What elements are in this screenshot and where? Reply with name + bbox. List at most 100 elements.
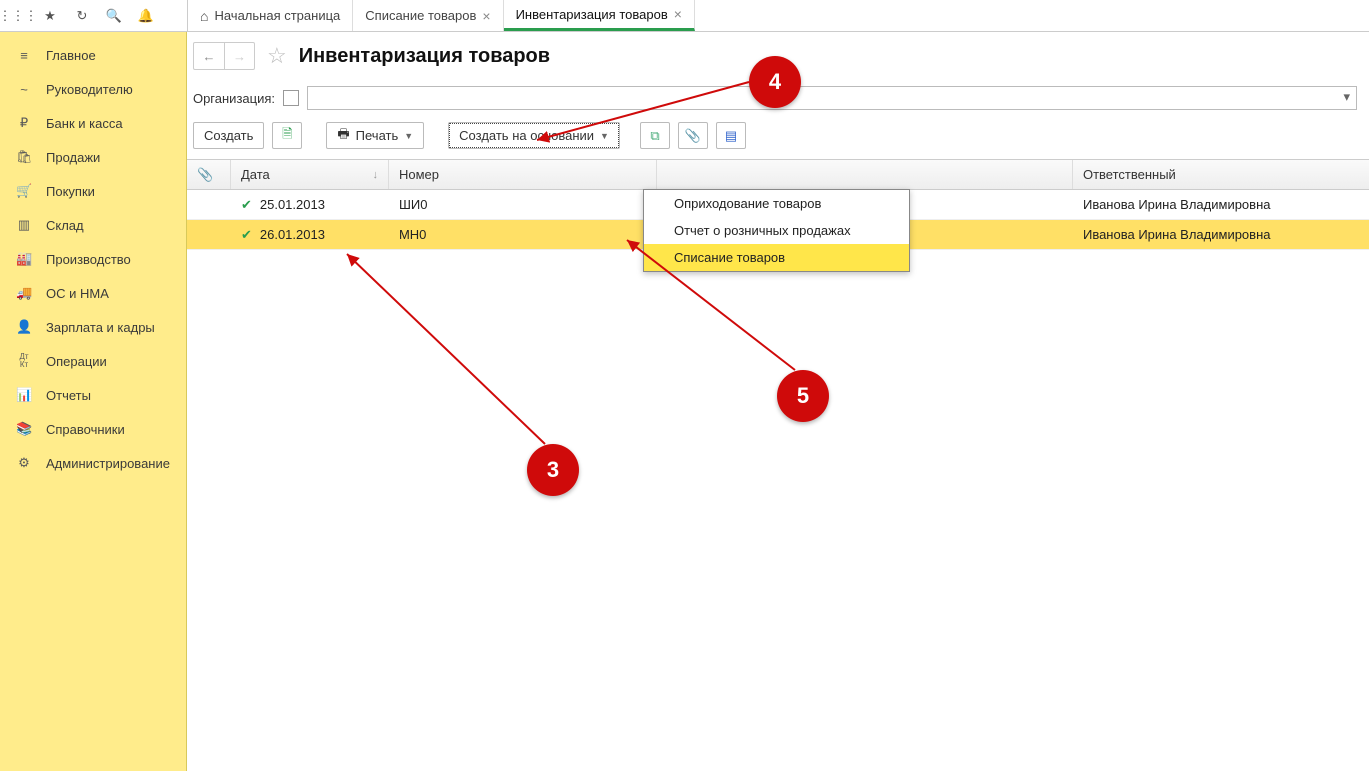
callout-3: 3 [527, 444, 579, 496]
col-label: Дата [241, 167, 270, 182]
tab-inventory[interactable]: Инвентаризация товаров × [504, 0, 695, 31]
bell-icon[interactable]: 🔔 [138, 8, 154, 24]
search-icon[interactable]: 🔍 [106, 8, 122, 24]
dd-item-writeoff[interactable]: Списание товаров [644, 244, 909, 271]
col-date[interactable]: Дата ↓ [231, 160, 389, 189]
favorite-star-icon[interactable]: ☆ [267, 43, 287, 69]
callout-label: 5 [797, 383, 809, 409]
chart-icon: ~ [16, 82, 32, 97]
content-area: ← → ☆ Инвентаризация товаров Организация… [187, 32, 1369, 771]
cell-number: МН0 [399, 227, 426, 242]
sidebar-item-label: Банк и касса [46, 116, 123, 131]
sidebar-item-label: Покупки [46, 184, 95, 199]
sort-down-icon: ↓ [372, 169, 378, 181]
page-title: Инвентаризация товаров [299, 45, 550, 68]
close-icon[interactable]: × [482, 9, 490, 23]
paperclip-icon: 📎 [685, 128, 701, 144]
copy-button[interactable]: 🗎 [272, 122, 302, 149]
org-filter-input[interactable] [307, 86, 1357, 110]
button-label: Создать [204, 128, 253, 143]
books-icon: 📚 [16, 421, 32, 437]
sidebar-item-purchases[interactable]: 🛒 Покупки [0, 174, 186, 208]
tab-label: Списание товаров [365, 8, 476, 23]
cell-date: 26.01.2013 [260, 227, 325, 242]
dd-item-receipt[interactable]: Оприходование товаров [644, 190, 909, 217]
sidebar-item-warehouse[interactable]: ▥ Склад [0, 208, 186, 242]
dd-item-retail-report[interactable]: Отчет о розничных продажах [644, 217, 909, 244]
tab-label: Начальная страница [214, 8, 340, 23]
sidebar-item-operations[interactable]: Дт КтОперации [0, 344, 186, 378]
printer-icon: 🖶 [337, 125, 349, 147]
sidebar-item-assets[interactable]: 🚚 ОС и НМА [0, 276, 186, 310]
truck-icon: 🚚 [16, 285, 32, 301]
dd-label: Оприходование товаров [674, 196, 821, 211]
sidebar-item-label: Отчеты [46, 388, 91, 403]
history-icon[interactable]: ↻ [74, 8, 90, 24]
tabs: ⌂ Начальная страница Списание товаров × … [188, 0, 695, 31]
sidebar-item-salary[interactable]: 👤 Зарплата и кадры [0, 310, 186, 344]
related-button[interactable]: ⧉ [640, 122, 670, 149]
col-label: Номер [399, 167, 439, 182]
system-icons: ⋮⋮⋮ ★ ↻ 🔍 🔔 [0, 0, 188, 31]
menu-icon: ≡ [16, 48, 32, 63]
sidebar-item-label: ОС и НМА [46, 286, 109, 301]
sidebar-item-production[interactable]: 🏭Производство [0, 242, 186, 276]
forward-button[interactable]: → [224, 43, 254, 69]
button-label: Печать [356, 128, 399, 143]
sidebar-item-main[interactable]: ≡Главное [0, 38, 186, 72]
nav-arrows: ← → [193, 42, 255, 70]
col-responsible[interactable]: Ответственный [1073, 160, 1369, 189]
print-button[interactable]: 🖶 Печать ▼ [326, 122, 424, 149]
tab-label: Инвентаризация товаров [516, 7, 668, 22]
cell-date: 25.01.2013 [260, 197, 325, 212]
top-bar: ⋮⋮⋮ ★ ↻ 🔍 🔔 ⌂ Начальная страница Списани… [0, 0, 1369, 32]
tab-writeoff[interactable]: Списание товаров × [353, 0, 503, 31]
sidebar-item-manager[interactable]: ~Руководителю [0, 72, 186, 106]
sidebar: ≡Главное ~Руководителю ₽ Банк и касса 🛍Пр… [0, 32, 187, 771]
paperclip-icon: 📎 [197, 167, 213, 183]
star-icon[interactable]: ★ [42, 8, 58, 24]
close-icon[interactable]: × [674, 7, 682, 21]
sidebar-item-label: Справочники [46, 422, 125, 437]
callout-label: 3 [547, 457, 559, 483]
apps-icon[interactable]: ⋮⋮⋮ [10, 8, 26, 24]
sidebar-item-label: Администрирование [46, 456, 170, 471]
col-number[interactable]: Номер [389, 160, 657, 189]
tab-home[interactable]: ⌂ Начальная страница [188, 0, 353, 31]
create-button[interactable]: Создать [193, 122, 264, 149]
col-warehouse[interactable] [657, 160, 1073, 189]
person-icon: 👤 [16, 319, 32, 335]
attach-button[interactable]: 📎 [678, 122, 708, 149]
button-label: Создать на основании [459, 128, 594, 143]
copy-icon: 🗎 [282, 125, 292, 147]
doc-icon: ✔ [241, 227, 252, 243]
org-filter-checkbox[interactable] [283, 90, 299, 106]
col-attach[interactable]: 📎 [187, 160, 231, 189]
warehouse-icon: ▥ [16, 217, 32, 233]
sidebar-item-sales[interactable]: 🛍Продажи [0, 140, 186, 174]
chevron-down-icon: ▼ [404, 131, 413, 141]
sidebar-item-label: Продажи [46, 150, 100, 165]
sidebar-item-label: Зарплата и кадры [46, 320, 155, 335]
create-on-base-button[interactable]: Создать на основании▼ [448, 122, 620, 149]
factory-icon: 🏭 [16, 251, 32, 267]
bars-icon: 📊 [16, 387, 32, 403]
link-icon: ⧉ [650, 128, 659, 144]
sidebar-item-label: Операции [46, 354, 107, 369]
list-icon: ▤ [725, 128, 737, 144]
cell-responsible: Иванова Ирина Владимировна [1083, 227, 1271, 242]
list-settings-button[interactable]: ▤ [716, 122, 746, 149]
gear-icon: ⚙ [16, 455, 32, 471]
callout-4: 4 [749, 56, 801, 108]
sidebar-item-reports[interactable]: 📊 Отчеты [0, 378, 186, 412]
dd-label: Отчет о розничных продажах [674, 223, 851, 238]
sidebar-item-admin[interactable]: ⚙ Администрирование [0, 446, 186, 480]
sidebar-item-bank[interactable]: ₽ Банк и касса [0, 106, 186, 140]
back-button[interactable]: ← [194, 43, 224, 69]
table-header: 📎 Дата↓ Номер Ответственный Организация [187, 160, 1369, 190]
sidebar-item-catalogs[interactable]: 📚 Справочники [0, 412, 186, 446]
ruble-icon: ₽ [16, 115, 32, 131]
sidebar-item-label: Склад [46, 218, 84, 233]
dd-label: Списание товаров [674, 250, 785, 265]
cart-icon: 🛒 [16, 183, 32, 199]
